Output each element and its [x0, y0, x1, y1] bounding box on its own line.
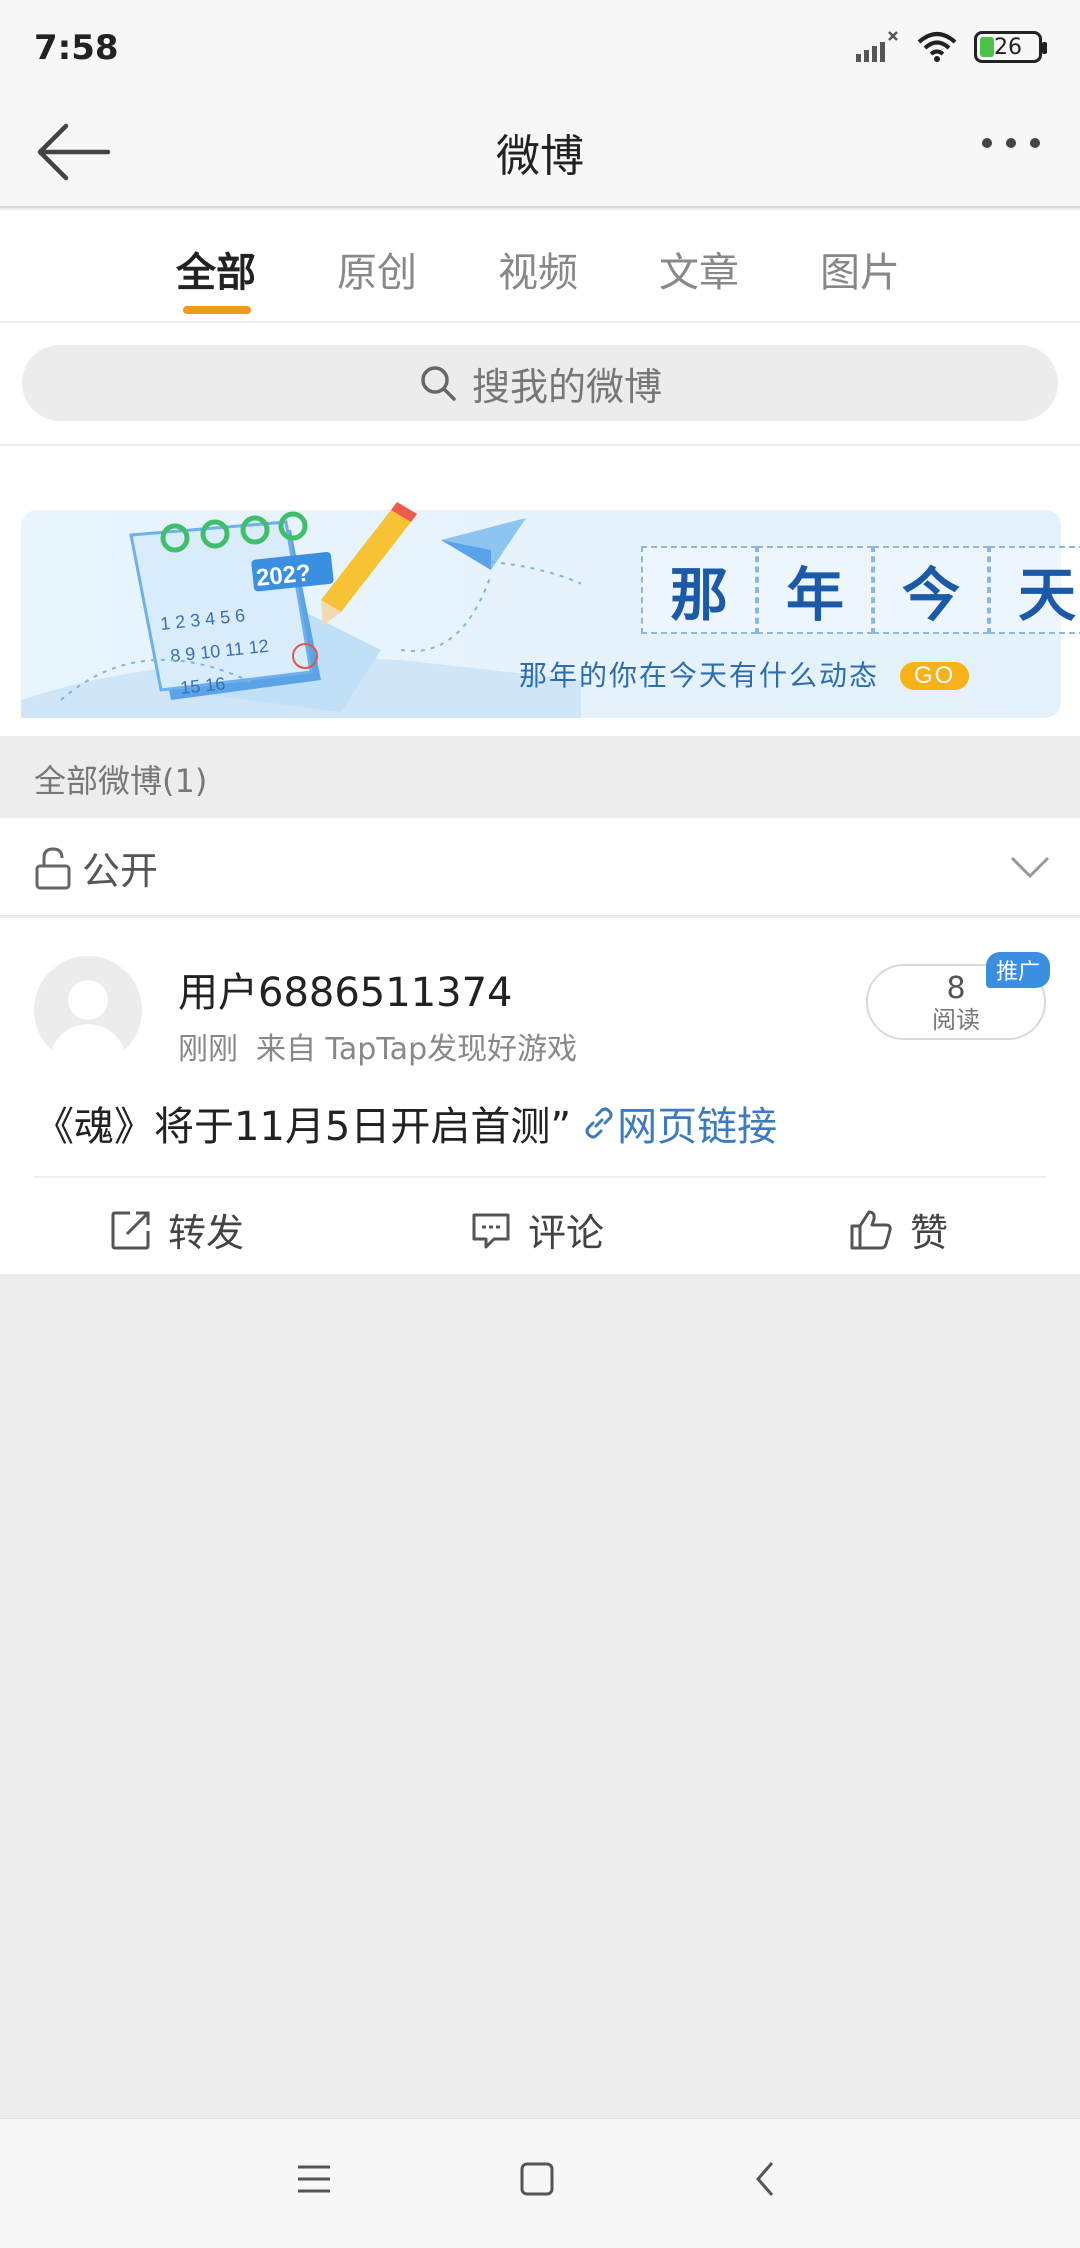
- tab-image[interactable]: 图片: [820, 240, 900, 298]
- home-icon[interactable]: [519, 2159, 555, 2199]
- comment-label: 评论: [528, 1211, 605, 1255]
- title-char: 今: [873, 546, 989, 634]
- menu-icon[interactable]: [296, 2159, 332, 2199]
- filter-tabs: 全部 原创 视频 文章 图片: [0, 210, 1080, 322]
- status-icons: 26: [854, 30, 1047, 64]
- promo-badge: 推广: [985, 952, 1050, 988]
- more-button[interactable]: [982, 138, 1040, 148]
- banner-area: 202? 1 2 3 4 5 6 8 9 10 11 12 15 16 那 年 …: [0, 446, 1080, 736]
- search-input[interactable]: 搜我的微博: [22, 345, 1058, 421]
- post-card[interactable]: 用户6886511374 刚刚 来自 TapTap发现好游戏 8 阅读 推广 《魂…: [0, 918, 1080, 1274]
- tab-video[interactable]: 视频: [498, 240, 578, 298]
- back-nav-icon[interactable]: [750, 2159, 780, 2199]
- title-char: 那: [641, 546, 757, 634]
- on-this-day-banner[interactable]: 202? 1 2 3 4 5 6 8 9 10 11 12 15 16 那 年 …: [21, 502, 1080, 718]
- go-button[interactable]: GO: [899, 662, 970, 690]
- signal-icon: [856, 31, 898, 62]
- comment-icon: [472, 1213, 510, 1248]
- avatar[interactable]: [34, 956, 142, 1064]
- thumbs-up-icon: [850, 1210, 892, 1249]
- repost-label: 转发: [168, 1211, 245, 1255]
- link-icon: [585, 1107, 613, 1139]
- calendar-year: 202?: [255, 559, 312, 592]
- read-count-box[interactable]: 8 阅读 推广: [866, 952, 1050, 1040]
- repost-icon: [111, 1211, 150, 1249]
- visibility-label: 公开: [82, 849, 159, 893]
- tab-indicator: [183, 306, 251, 314]
- system-nav-bar: [0, 2118, 1080, 2248]
- web-link[interactable]: 网页链接: [581, 1094, 777, 1152]
- search-icon: [421, 366, 456, 401]
- comment-button[interactable]: 评论: [470, 1202, 604, 1257]
- like-button[interactable]: 赞: [848, 1202, 948, 1257]
- search-placeholder: 搜我的微博: [471, 364, 662, 409]
- repost-button[interactable]: 转发: [110, 1202, 244, 1257]
- post-source: 来自 TapTap发现好游戏: [256, 1032, 578, 1067]
- more-dots-icon: [982, 138, 992, 148]
- page-title: 微博: [496, 131, 584, 182]
- tab-original[interactable]: 原创: [337, 240, 417, 298]
- post-time: 刚刚: [178, 1032, 238, 1067]
- post-meta: 刚刚 来自 TapTap发现好游戏: [178, 1024, 577, 1068]
- like-label: 赞: [910, 1211, 949, 1255]
- visibility-filter[interactable]: 公开: [0, 818, 1080, 916]
- username[interactable]: 用户6886511374: [178, 960, 513, 1018]
- read-label: 阅读: [932, 1006, 980, 1034]
- post-text: 《魂》将于11月5日开启首测” 网页链接: [34, 1094, 777, 1152]
- wifi-icon: [917, 32, 957, 62]
- banner-subtitle-text: 那年的你在今天有什么动态: [519, 659, 880, 692]
- status-time: 7:58: [34, 28, 119, 68]
- default-avatar-icon: [48, 980, 128, 1064]
- section-label: 全部微博(1): [34, 762, 208, 800]
- calendar-illustration: 202? 1 2 3 4 5 6 8 9 10 11 12 15 16: [21, 502, 581, 718]
- banner-subtitle: 那年的你在今天有什么动态 GO: [519, 654, 970, 694]
- unlock-icon: [35, 846, 71, 889]
- battery-icon: 26: [974, 31, 1047, 63]
- banner-title: 那 年 今 天: [641, 546, 1080, 634]
- visibility-selector: 公开: [34, 840, 158, 895]
- divider: [34, 1176, 1046, 1178]
- nav-bar: 微博: [0, 100, 1080, 208]
- tab-article[interactable]: 文章: [659, 240, 739, 298]
- status-bar: 7:58 26: [0, 0, 1080, 100]
- title-char: 天: [989, 546, 1080, 634]
- web-link-label: 网页链接: [617, 1104, 778, 1150]
- post-body: 《魂》将于11月5日开启首测”: [34, 1104, 572, 1150]
- search-area: 搜我的微博: [0, 323, 1080, 445]
- chevron-down-icon: [1010, 856, 1050, 879]
- section-header: 全部微博(1): [0, 736, 1080, 818]
- battery-level: 26: [994, 34, 1022, 60]
- tab-all[interactable]: 全部: [176, 240, 256, 298]
- title-char: 年: [757, 546, 873, 634]
